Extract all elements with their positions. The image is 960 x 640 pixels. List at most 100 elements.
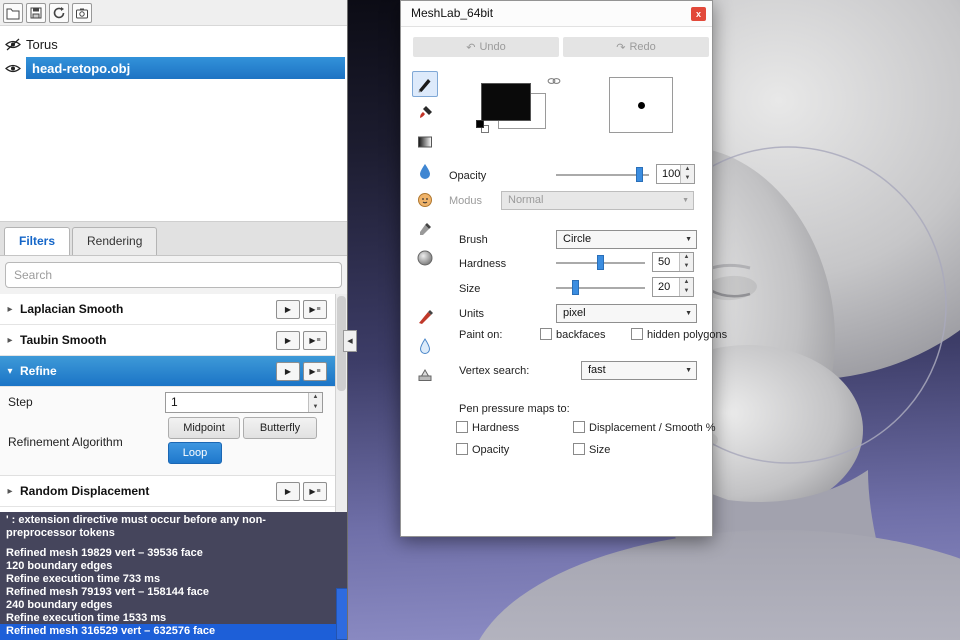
apply-filter-button[interactable]: ▶ — [276, 330, 300, 350]
flatten-tool-button[interactable] — [412, 362, 438, 388]
spin-down-icon[interactable]: ▼ — [680, 287, 693, 296]
filter-dialog-button[interactable]: ▶ ≡ — [303, 481, 327, 501]
size-value[interactable]: 20 — [658, 278, 670, 297]
log-line: ' : extension directive must occur befor… — [6, 514, 266, 539]
spinner-arrows[interactable]: ▲ ▼ — [679, 278, 693, 296]
step-value[interactable]: 1 — [171, 393, 178, 412]
play-icon: ▶ — [309, 304, 316, 314]
modus-value: Normal — [508, 194, 544, 206]
reload-button[interactable] — [49, 2, 69, 23]
open-folder-icon — [6, 8, 20, 19]
filter-row-laplacian-smooth[interactable]: ▸ Laplacian Smooth ▶ ▶ ≡ — [0, 294, 347, 325]
visibility-off-icon[interactable] — [0, 38, 26, 51]
foreground-color-swatch[interactable] — [481, 83, 531, 121]
filter-list-scrollbar[interactable] — [335, 294, 347, 512]
pen-icon — [418, 79, 431, 93]
layer-row-torus[interactable]: Torus — [0, 33, 347, 55]
spinner-arrows[interactable]: ▲ ▼ — [680, 165, 694, 183]
undo-button[interactable]: ↶ Undo — [413, 37, 559, 57]
size-spinbox[interactable]: 20 ▲ ▼ — [652, 277, 694, 297]
size-slider[interactable] — [556, 280, 645, 295]
sculpt-brush-tool-button[interactable] — [412, 304, 438, 330]
play-icon: ▶ — [309, 366, 316, 376]
open-file-button[interactable] — [3, 2, 23, 23]
sphere-icon — [417, 250, 433, 266]
mesh-smooth-tool-button[interactable] — [412, 245, 438, 271]
spin-down-icon[interactable]: ▼ — [681, 174, 694, 183]
clone-tool-button[interactable] — [412, 187, 438, 213]
filter-dialog-button[interactable]: ▶ ≡ — [303, 361, 327, 381]
dialog-titlebar[interactable]: MeshLab_64bit — [401, 1, 712, 27]
pressure-displacement-label: Displacement / Smooth % — [589, 422, 716, 434]
filter-row-taubin-smooth[interactable]: ▸ Taubin Smooth ▶ ▶ ≡ — [0, 325, 347, 356]
link-colors-icon[interactable] — [547, 73, 561, 91]
dropdown-arrow-icon: ▼ — [682, 197, 689, 204]
filter-row-random-displacement[interactable]: ▸ Random Displacement ▶ ▶ ≡ — [0, 476, 347, 507]
paint-on-label: Paint on: — [459, 329, 503, 341]
size-slider-thumb[interactable] — [572, 280, 579, 295]
panel-collapse-handle[interactable]: ◀ — [343, 330, 357, 352]
spin-down-icon[interactable]: ▼ — [309, 403, 322, 413]
spin-up-icon[interactable]: ▲ — [681, 165, 694, 174]
spinner-arrows[interactable]: ▲ ▼ — [308, 393, 322, 412]
water-smooth-tool-button[interactable] — [412, 333, 438, 359]
apply-filter-button[interactable]: ▶ — [276, 299, 300, 319]
opacity-spinbox[interactable]: 100 ▲ ▼ — [656, 164, 695, 184]
filter-dialog-button[interactable]: ▶ ≡ — [303, 299, 327, 319]
selected-layer-bar[interactable]: head-retopo.obj — [26, 57, 345, 79]
gradient-tool-button[interactable] — [412, 129, 438, 155]
loop-button[interactable]: Loop — [168, 442, 222, 464]
paint-pen-tool-button[interactable] — [412, 71, 438, 97]
spin-down-icon[interactable]: ▼ — [680, 262, 693, 271]
backfaces-checkbox[interactable] — [540, 328, 552, 340]
visibility-on-icon[interactable] — [0, 62, 26, 75]
spin-up-icon[interactable]: ▲ — [680, 278, 693, 287]
hardness-slider[interactable] — [556, 255, 645, 270]
spin-up-icon[interactable]: ▲ — [680, 253, 693, 262]
butterfly-button[interactable]: Butterfly — [243, 417, 317, 439]
step-spinbox[interactable]: 1 ▲ ▼ — [165, 392, 323, 413]
tab-filters[interactable]: Filters — [4, 227, 71, 255]
filter-dialog-button[interactable]: ▶ ≡ — [303, 330, 327, 350]
hardness-label: Hardness — [459, 258, 507, 270]
pressure-size-checkbox[interactable] — [573, 443, 585, 455]
pressure-opacity-checkbox[interactable] — [456, 443, 468, 455]
main-toolbar — [0, 0, 347, 26]
filter-row-refine[interactable]: ▾ Refine ▶ ▶ ≡ — [0, 356, 347, 387]
spinner-arrows[interactable]: ▲ ▼ — [679, 253, 693, 271]
paint-brush-tool-button[interactable] — [412, 100, 438, 126]
hardness-value[interactable]: 50 — [658, 253, 670, 272]
fill-tool-button[interactable] — [412, 158, 438, 184]
hardness-slider-thumb[interactable] — [597, 255, 604, 270]
tab-rendering[interactable]: Rendering — [72, 227, 158, 255]
redo-icon: ↷ — [616, 41, 626, 54]
log-scrollbar-thumb[interactable] — [336, 588, 347, 640]
vertex-search-dropdown[interactable]: fast ▼ — [581, 361, 697, 380]
opacity-value[interactable]: 100 — [662, 165, 680, 184]
default-colors-black-icon[interactable] — [476, 120, 484, 128]
opacity-slider-thumb[interactable] — [636, 167, 643, 182]
brush-dropdown[interactable]: Circle ▼ — [556, 230, 697, 249]
refinement-algorithm-label: Refinement Algorithm — [8, 435, 123, 449]
hardness-spinbox[interactable]: 50 ▲ ▼ — [652, 252, 694, 272]
pressure-displacement-checkbox[interactable] — [573, 421, 585, 433]
dropdown-arrow-icon: ▼ — [685, 367, 692, 374]
redo-button[interactable]: ↷ Redo — [563, 37, 709, 57]
color-picker-tool-button[interactable] — [412, 216, 438, 242]
spin-up-icon[interactable]: ▲ — [309, 393, 322, 403]
close-button[interactable]: x — [691, 7, 706, 21]
pressure-hardness-label: Hardness — [472, 422, 520, 434]
pressure-hardness-checkbox[interactable] — [456, 421, 468, 433]
units-dropdown[interactable]: pixel ▼ — [556, 304, 697, 323]
apply-filter-button[interactable]: ▶ — [276, 481, 300, 501]
snapshot-button[interactable] — [72, 2, 92, 23]
search-input[interactable] — [5, 262, 342, 288]
hidden-polygons-checkbox[interactable] — [631, 328, 643, 340]
layer-row-head-retopo[interactable]: head-retopo.obj — [0, 57, 347, 79]
brush-value: Circle — [563, 233, 592, 245]
log-line: Refine execution time 733 ms — [6, 573, 161, 585]
midpoint-button[interactable]: Midpoint — [168, 417, 240, 439]
apply-filter-button[interactable]: ▶ — [276, 361, 300, 381]
save-file-button[interactable] — [26, 2, 46, 23]
opacity-slider[interactable] — [556, 167, 649, 182]
